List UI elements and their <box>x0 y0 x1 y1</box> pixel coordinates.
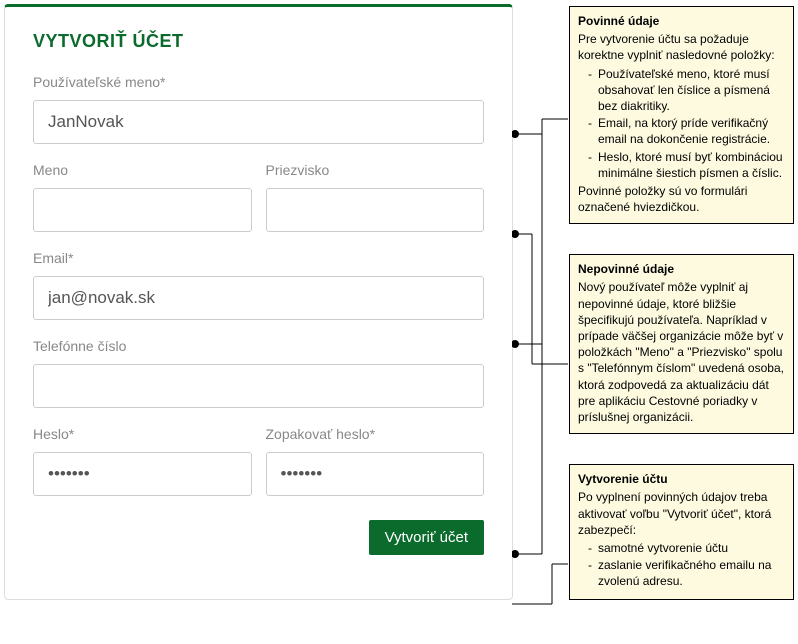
create-account-button[interactable]: Vytvoriť účet <box>369 520 484 555</box>
annotation-panel: Povinné údaje Pre vytvorenie účtu sa pož… <box>513 4 794 600</box>
note-bullet: Používateľské meno, ktoré musí obsahovať… <box>598 66 785 115</box>
note-optional-fields: Nepovinné údaje Nový používateľ môže vyp… <box>569 254 794 434</box>
email-input[interactable] <box>33 276 484 320</box>
firstname-label: Meno <box>33 162 252 178</box>
note-title: Vytvorenie účtu <box>578 471 785 487</box>
note-bullet: Email, na ktorý príde verifikačný email … <box>598 115 785 147</box>
note-title: Nepovinné údaje <box>578 261 785 277</box>
note-create-account: Vytvorenie účtu Po vyplnení povinných úd… <box>569 464 794 600</box>
password-input[interactable] <box>33 452 252 496</box>
password-label: Heslo* <box>33 426 252 442</box>
phone-input[interactable] <box>33 364 484 408</box>
note-bullet: Heslo, ktoré musí byť kombináciou minimá… <box>598 149 785 181</box>
note-text: Po vyplnení povinných údajov treba aktiv… <box>578 489 785 538</box>
create-account-form: VYTVORIŤ ÚČET Používateľské meno* Meno P… <box>4 4 513 600</box>
password2-input[interactable] <box>266 452 485 496</box>
note-required-fields: Povinné údaje Pre vytvorenie účtu sa pož… <box>569 6 794 224</box>
username-label: Používateľské meno* <box>33 74 484 90</box>
note-text: Povinné položky sú vo formulári označené… <box>578 183 785 215</box>
note-text: Nový používateľ môže vyplniť aj nepovinn… <box>578 279 785 425</box>
firstname-input[interactable] <box>33 188 252 232</box>
note-bullet: zaslanie verifikačného emailu na zvolenú… <box>598 557 785 589</box>
phone-label: Telefónne číslo <box>33 338 484 354</box>
password2-label: Zopakovať heslo* <box>266 426 485 442</box>
lastname-label: Priezvisko <box>266 162 485 178</box>
form-title: VYTVORIŤ ÚČET <box>33 31 484 52</box>
note-text: Pre vytvorenie účtu sa požaduje korektne… <box>578 31 785 63</box>
username-input[interactable] <box>33 100 484 144</box>
note-bullet: samotné vytvorenie účtu <box>598 540 785 556</box>
lastname-input[interactable] <box>266 188 485 232</box>
email-label: Email* <box>33 250 484 266</box>
note-title: Povinné údaje <box>578 13 785 29</box>
